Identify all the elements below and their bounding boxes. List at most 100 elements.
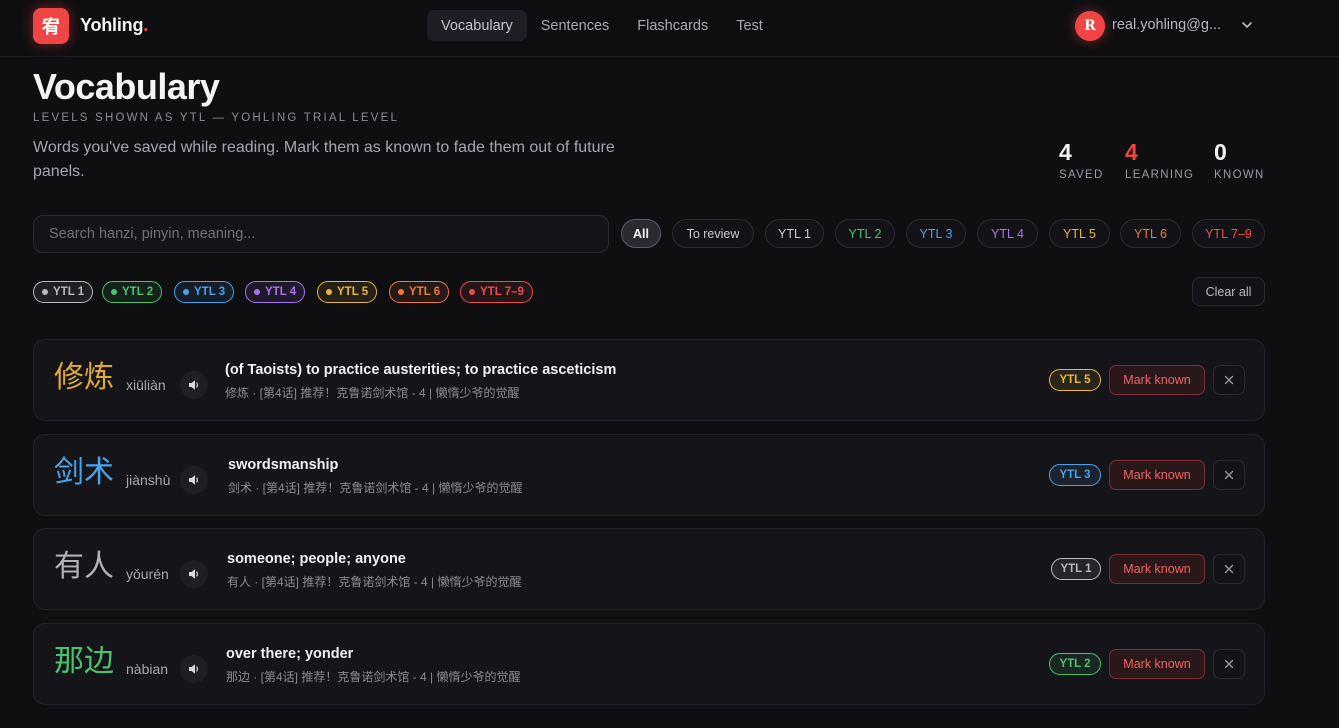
stat-learning-value: 4 [1125, 139, 1138, 165]
close-icon [1224, 564, 1234, 574]
level-tag-ytl-1[interactable]: YTL 1 [33, 281, 94, 303]
level-tag-label: YTL 4 [265, 286, 297, 298]
word-pinyin: nàbian [126, 661, 169, 677]
level-dot-icon [183, 289, 189, 295]
word-source[interactable]: 那边 · [第4话] 推荐！克鲁诺剑术馆 - 4 | 懒惰少爷的觉醒 [226, 668, 520, 685]
level-tag-label: YTL 3 [194, 286, 226, 298]
search-input[interactable] [33, 215, 609, 253]
app-name-dot: . [143, 15, 149, 35]
stat-saved-value: 4 [1059, 139, 1072, 165]
mark-known-button[interactable]: Mark known [1109, 460, 1205, 490]
close-icon [1224, 659, 1234, 669]
remove-word-button[interactable] [1213, 554, 1245, 584]
filter-ytl-6[interactable]: YTL 6 [1120, 219, 1181, 248]
word-level-badge: YTL 5 [1049, 369, 1101, 391]
level-tag-label: YTL 6 [409, 286, 441, 298]
word-meaning: (of Taoists) to practice austerities; to… [225, 362, 617, 378]
word-card: 有人 yǒurén someone; people; anyone 有人 · [… [33, 528, 1265, 610]
stat-known-value: 0 [1214, 139, 1227, 165]
speaker-icon [189, 569, 198, 579]
word-hanzi: 修炼 [54, 360, 114, 395]
filter-ytl-1[interactable]: YTL 1 [765, 219, 824, 248]
level-dot-icon [398, 289, 404, 295]
nav-test[interactable]: Test [722, 10, 777, 41]
stat-known-label: KNOWN [1214, 169, 1265, 181]
app-name-text: Yohling [80, 15, 144, 35]
play-audio-button[interactable] [180, 655, 208, 683]
level-dot-icon [254, 289, 260, 295]
nav-flashcards[interactable]: Flashcards [623, 10, 722, 41]
stat-saved: 4 SAVED [1059, 139, 1104, 181]
mark-known-button[interactable]: Mark known [1109, 649, 1205, 679]
word-level-badge: YTL 1 [1051, 558, 1101, 580]
filter-to-review[interactable]: To review [672, 219, 754, 248]
level-tag-ytl-5[interactable]: YTL 5 [317, 281, 378, 303]
top-bar: 宥 Yohling. Vocabulary Sentences Flashcar… [0, 0, 1339, 57]
clear-all-button[interactable]: Clear all [1192, 277, 1265, 306]
word-pinyin: yǒurén [126, 566, 169, 582]
word-meaning: swordsmanship [228, 457, 339, 473]
word-source[interactable]: 剑术 · [第4话] 推荐！克鲁诺剑术馆 - 4 | 懒惰少爷的觉醒 [228, 479, 522, 496]
close-icon [1224, 470, 1234, 480]
mark-known-button[interactable]: Mark known [1109, 365, 1205, 395]
word-source[interactable]: 有人 · [第4话] 推荐！克鲁诺剑术馆 - 4 | 懒惰少爷的觉醒 [227, 573, 521, 590]
level-tag-label: YTL 2 [122, 286, 154, 298]
speaker-icon [189, 664, 198, 674]
level-dot-icon [326, 289, 332, 295]
level-tag-ytl-2[interactable]: YTL 2 [102, 281, 163, 303]
remove-word-button[interactable] [1213, 365, 1245, 395]
page-title: Vocabulary [33, 66, 220, 107]
filter-ytl-3[interactable]: YTL 3 [906, 219, 966, 248]
word-card: 修炼 xiūliàn (of Taoists) to practice aust… [33, 339, 1265, 421]
word-hanzi: 有人 [54, 549, 114, 584]
word-hanzi: 那边 [54, 644, 114, 679]
remove-word-button[interactable] [1213, 460, 1245, 490]
filter-ytl-5[interactable]: YTL 5 [1049, 219, 1110, 248]
level-tag-label: YTL 1 [53, 286, 85, 298]
nav-sentences[interactable]: Sentences [527, 10, 624, 41]
level-tag-label: YTL 7–9 [480, 286, 524, 298]
remove-word-button[interactable] [1213, 649, 1245, 679]
speaker-icon [189, 380, 198, 390]
speaker-icon [189, 475, 198, 485]
filter-ytl-4[interactable]: YTL 4 [977, 219, 1038, 248]
stat-learning-label: LEARNING [1125, 169, 1195, 181]
word-meaning: someone; people; anyone [227, 551, 406, 567]
stat-saved-label: SAVED [1059, 169, 1104, 181]
main-nav: Vocabulary Sentences Flashcards Test [427, 10, 777, 41]
word-pinyin: xiūliàn [126, 377, 166, 393]
level-dot-icon [469, 289, 475, 295]
level-tag-ytl-7-9[interactable]: YTL 7–9 [460, 281, 533, 303]
play-audio-button[interactable] [180, 560, 208, 588]
level-tag-label: YTL 5 [337, 286, 369, 298]
play-audio-button[interactable] [180, 371, 208, 399]
user-avatar[interactable]: R [1075, 11, 1105, 41]
word-level-badge: YTL 3 [1049, 464, 1101, 486]
word-card: 剑术 jiànshù swordsmanship 剑术 · [第4话] 推荐！克… [33, 434, 1265, 516]
page-description: Words you've saved while reading. Mark t… [33, 139, 615, 180]
play-audio-button[interactable] [180, 466, 208, 494]
word-pinyin: jiànshù [126, 472, 171, 488]
app-name[interactable]: Yohling. [80, 15, 148, 36]
word-meaning: over there; yonder [226, 646, 354, 662]
level-tag-ytl-6[interactable]: YTL 6 [389, 281, 450, 303]
filter-ytl-2[interactable]: YTL 2 [835, 219, 895, 248]
level-tag-ytl-3[interactable]: YTL 3 [174, 281, 235, 303]
level-tag-ytl-4[interactable]: YTL 4 [245, 281, 306, 303]
stat-learning: 4 LEARNING [1125, 139, 1194, 181]
app-logo-icon[interactable]: 宥 [33, 8, 69, 44]
word-level-badge: YTL 2 [1049, 653, 1101, 675]
word-source[interactable]: 修炼 · [第4话] 推荐！克鲁诺剑术馆 - 4 | 懒惰少爷的觉醒 [225, 384, 519, 401]
mark-known-button[interactable]: Mark known [1109, 554, 1205, 584]
filter-all[interactable]: All [621, 219, 661, 248]
page-subtitle: LEVELS SHOWN AS YTL — YOHLING TRIAL LEVE… [33, 112, 400, 124]
stat-known: 0 KNOWN [1214, 139, 1265, 181]
close-icon [1224, 375, 1234, 385]
level-dot-icon [111, 289, 117, 295]
chevron-down-icon[interactable] [1240, 18, 1254, 32]
filter-ytl-7-9[interactable]: YTL 7–9 [1192, 219, 1265, 248]
level-dot-icon [42, 289, 48, 295]
nav-vocabulary[interactable]: Vocabulary [427, 10, 527, 41]
word-card: 那边 nàbian over there; yonder 那边 · [第4话] … [33, 623, 1265, 705]
user-email[interactable]: real.yohling@g... [1112, 17, 1221, 33]
